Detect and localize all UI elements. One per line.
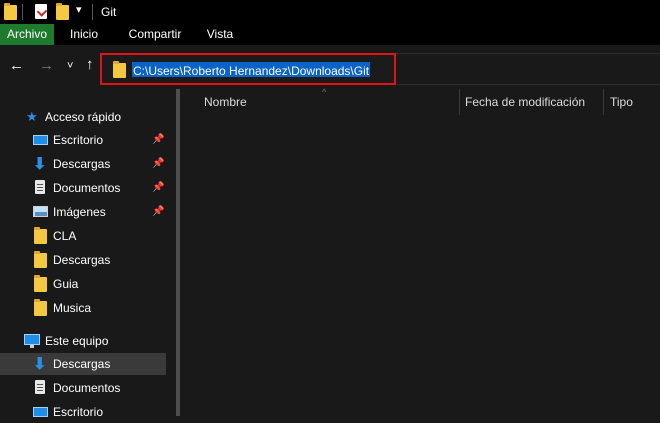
sidebar-item-this-pc-descargas[interactable]: ⬇ Descargas	[0, 353, 166, 375]
sidebar-item-documentos[interactable]: Documentos 📌	[0, 177, 166, 199]
sidebar-item-escritorio[interactable]: Escritorio 📌	[0, 129, 166, 151]
divider	[92, 4, 93, 20]
sidebar-item-label: Descargas	[53, 157, 111, 171]
folder-icon	[4, 3, 17, 20]
pin-icon[interactable]: 📌	[152, 158, 164, 169]
pin-icon[interactable]: 📌	[152, 182, 164, 193]
sort-indicator-icon: ^	[322, 87, 327, 97]
customize-toolbar-icon[interactable]: ▾	[76, 3, 82, 16]
window-title: Git	[101, 5, 117, 19]
pictures-icon	[33, 206, 48, 217]
sidebar-item-label: Documentos	[53, 381, 121, 395]
document-icon	[35, 180, 45, 194]
folder-icon	[34, 227, 47, 244]
sidebar-item-descargas[interactable]: ⬇ Descargas 📌	[0, 153, 166, 175]
forward-arrow-icon[interactable]: →	[39, 58, 54, 74]
sidebar-item-descargas-folder[interactable]: Descargas	[0, 249, 166, 271]
tab-inicio[interactable]: Inicio	[60, 24, 108, 45]
up-arrow-icon[interactable]: ↑	[86, 57, 94, 73]
address-bar-extension[interactable]	[396, 53, 660, 85]
address-path[interactable]: C:\Users\Roberto Hernandez\Downloads\Git	[133, 64, 369, 78]
navigation-pane: ★ Acceso rápido Escritorio 📌 ⬇ Descargas…	[0, 89, 168, 419]
download-icon: ⬇	[33, 156, 47, 173]
sidebar-item-label: CLA	[53, 229, 77, 243]
document-icon	[35, 380, 45, 394]
title-bar: ▾ Git	[0, 0, 660, 24]
sidebar-item-this-pc-escritorio[interactable]: Escritorio	[0, 401, 166, 423]
address-bar[interactable]: C:\Users\Roberto Hernandez\Downloads\Git	[100, 53, 396, 85]
computer-icon	[24, 334, 40, 348]
pin-icon[interactable]: 📌	[152, 134, 164, 145]
sidebar-item-label: Descargas	[53, 253, 111, 267]
tab-compartir[interactable]: Compartir	[120, 24, 190, 45]
tab-archivo[interactable]: Archivo	[0, 24, 54, 45]
sidebar-item-label: Guia	[53, 277, 79, 291]
divider	[22, 4, 23, 20]
star-icon: ★	[26, 109, 38, 124]
properties-icon[interactable]	[35, 4, 48, 19]
file-list: ^ Nombre Fecha de modificación Tipo	[185, 87, 660, 416]
column-header-name[interactable]: Nombre	[204, 95, 247, 109]
column-header-type[interactable]: Tipo	[610, 95, 633, 109]
ribbon-tabs: Archivo Inicio Compartir Vista	[0, 24, 660, 45]
folder-icon	[113, 61, 126, 78]
folder-icon	[34, 299, 47, 316]
desktop-icon	[33, 135, 48, 145]
sidebar-item-label: Escritorio	[53, 405, 104, 419]
sidebar-item-label: Imágenes	[53, 205, 106, 219]
sidebar-item-imagenes[interactable]: Imágenes 📌	[0, 201, 166, 223]
sidebar-item-label: Escritorio	[53, 133, 104, 147]
recent-locations-chevron-icon[interactable]: ˅	[67, 58, 73, 74]
folder-icon	[34, 251, 47, 268]
quick-access-label[interactable]: Acceso rápido	[45, 110, 121, 124]
tab-vista[interactable]: Vista	[198, 24, 242, 45]
this-pc-label[interactable]: Este equipo	[45, 334, 108, 348]
sidebar-scrollbar-thumb[interactable]	[176, 89, 180, 416]
sidebar-item-musica[interactable]: Musica	[0, 297, 166, 319]
folder-icon	[34, 275, 47, 292]
sidebar-item-guia[interactable]: Guia	[0, 273, 166, 295]
pin-icon[interactable]: 📌	[152, 206, 164, 217]
column-divider[interactable]	[459, 89, 460, 115]
sidebar-item-this-pc-documentos[interactable]: Documentos	[0, 377, 166, 399]
sidebar-item-label: Descargas	[53, 357, 111, 371]
new-folder-icon[interactable]	[56, 3, 69, 20]
column-divider[interactable]	[603, 89, 604, 115]
sidebar-item-label: Musica	[53, 301, 92, 315]
column-header-modified[interactable]: Fecha de modificación	[465, 95, 585, 109]
address-selection[interactable]: C:\Users\Roberto Hernandez\Downloads\Git	[132, 62, 371, 78]
download-icon: ⬇	[33, 356, 47, 373]
sidebar-item-cla[interactable]: CLA	[0, 225, 166, 247]
back-arrow-icon[interactable]: ←	[9, 58, 24, 74]
sidebar-item-label: Documentos	[53, 181, 121, 195]
